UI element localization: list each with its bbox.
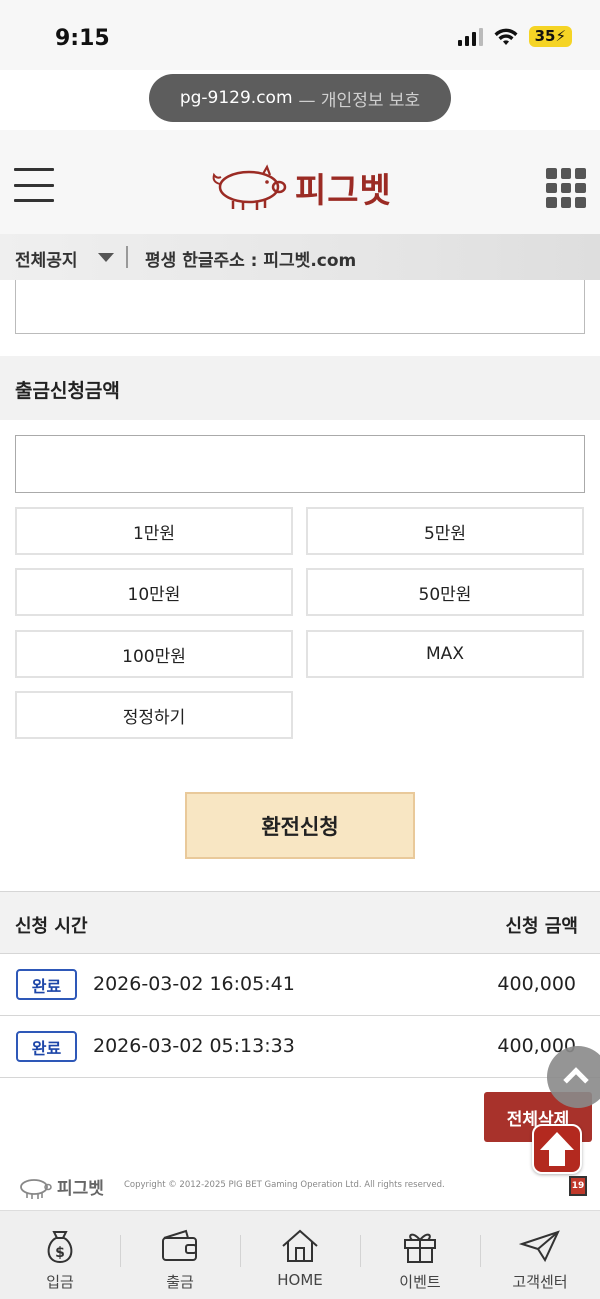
col-header-amount: 신청 금액 <box>505 916 578 937</box>
cell-signal-icon <box>457 27 483 46</box>
previous-field-box[interactable] <box>15 280 585 334</box>
tab-event[interactable]: 이벤트 <box>360 1211 480 1299</box>
home-icon <box>280 1227 320 1265</box>
url-text: pg-9129.com <box>179 88 293 108</box>
withdraw-amount-input[interactable] <box>15 435 585 493</box>
paper-plane-icon <box>519 1227 561 1265</box>
hamburger-menu-icon[interactable] <box>14 168 54 202</box>
battery-level: 35 <box>534 27 556 45</box>
pig-logo-icon <box>212 164 287 210</box>
section-title: 출금신청금액 <box>15 380 120 402</box>
wallet-icon <box>160 1227 200 1265</box>
tab-label: 출금 <box>166 1273 194 1291</box>
history-table: 신청 시간 신청 금액 완료 2026-03-02 16:05:41 400,0… <box>0 891 600 1078</box>
site-header: 피그벳 <box>0 130 600 234</box>
browser-url-bar[interactable]: pg-9129.com — 개인정보 보호 <box>149 74 451 122</box>
table-header: 신청 시간 신청 금액 <box>0 892 600 954</box>
notice-divider <box>126 246 128 268</box>
footer-brand: 피그벳 <box>57 1179 104 1199</box>
pig-footer-icon <box>20 1178 52 1199</box>
tab-label: HOME <box>277 1271 323 1289</box>
wifi-icon <box>494 28 518 45</box>
caret-down-icon[interactable] <box>98 253 114 262</box>
notice-dropdown-label[interactable]: 전체공지 <box>15 246 78 271</box>
copyright-text: Copyright © 2012-2025 PIG BET Gaming Ope… <box>124 1180 445 1190</box>
withdraw-section-header: 출금신청금액 <box>0 356 600 420</box>
amount-max-button[interactable]: MAX <box>306 630 584 678</box>
notice-bar: 전체공지 평생 한글주소 : 피그벳.com <box>0 234 600 280</box>
reset-amount-button[interactable]: 정정하기 <box>15 691 293 739</box>
notice-text: 평생 한글주소 : 피그벳.com <box>145 251 357 271</box>
brand-name: 피그벳 <box>295 170 392 211</box>
gift-icon <box>401 1227 439 1265</box>
tab-support[interactable]: 고객센터 <box>480 1211 600 1299</box>
row-time: 2026-03-02 16:05:41 <box>93 973 295 995</box>
amount-50man-button[interactable]: 50만원 <box>306 568 584 616</box>
status-bar: 9:15 35⚡ <box>0 0 600 70</box>
up-arrow-icon[interactable] <box>532 1124 582 1174</box>
amount-10man-button[interactable]: 10만원 <box>15 568 293 616</box>
status-time: 9:15 <box>55 26 110 51</box>
status-badge: 완료 <box>16 1031 77 1062</box>
status-badge: 완료 <box>16 969 77 1000</box>
tab-home[interactable]: HOME <box>240 1211 360 1299</box>
amount-5man-button[interactable]: 5만원 <box>306 507 584 555</box>
brand-logo[interactable]: 피그벳 <box>205 162 392 212</box>
tab-withdraw[interactable]: 출금 <box>120 1211 240 1299</box>
bottom-tab-bar: $ 입금 출금 HOME 이벤트 고객센터 <box>0 1210 600 1299</box>
table-row[interactable]: 완료 2026-03-02 16:05:41 400,000 <box>0 954 600 1016</box>
status-icons: 35⚡ <box>457 26 572 47</box>
scroll-to-top-icon[interactable] <box>547 1046 600 1108</box>
tab-label: 고객센터 <box>512 1273 568 1291</box>
tab-label: 이벤트 <box>399 1273 441 1291</box>
row-amount: 400,000 <box>497 973 576 995</box>
svg-text:$: $ <box>55 1245 65 1261</box>
battery-icon: 35⚡ <box>528 26 572 47</box>
amount-1man-button[interactable]: 1만원 <box>15 507 293 555</box>
amount-100man-button[interactable]: 100만원 <box>15 630 293 678</box>
grid-menu-icon[interactable] <box>546 168 586 208</box>
row-time: 2026-03-02 05:13:33 <box>93 1035 295 1057</box>
table-row[interactable]: 완료 2026-03-02 05:13:33 400,000 <box>0 1016 600 1078</box>
tab-deposit[interactable]: $ 입금 <box>0 1211 120 1299</box>
tab-label: 입금 <box>46 1273 74 1291</box>
exchange-apply-button[interactable]: 환전신청 <box>185 792 415 859</box>
money-bag-icon: $ <box>43 1227 77 1265</box>
footer-logo: 피그벳 <box>15 1174 104 1199</box>
site-footer: 피그벳 Copyright © 2012-2025 PIG BET Gaming… <box>0 1168 600 1208</box>
age-19-badge: 19 <box>569 1176 587 1196</box>
privacy-text: — 개인정보 보호 <box>298 90 421 111</box>
col-header-time: 신청 시간 <box>15 916 88 937</box>
